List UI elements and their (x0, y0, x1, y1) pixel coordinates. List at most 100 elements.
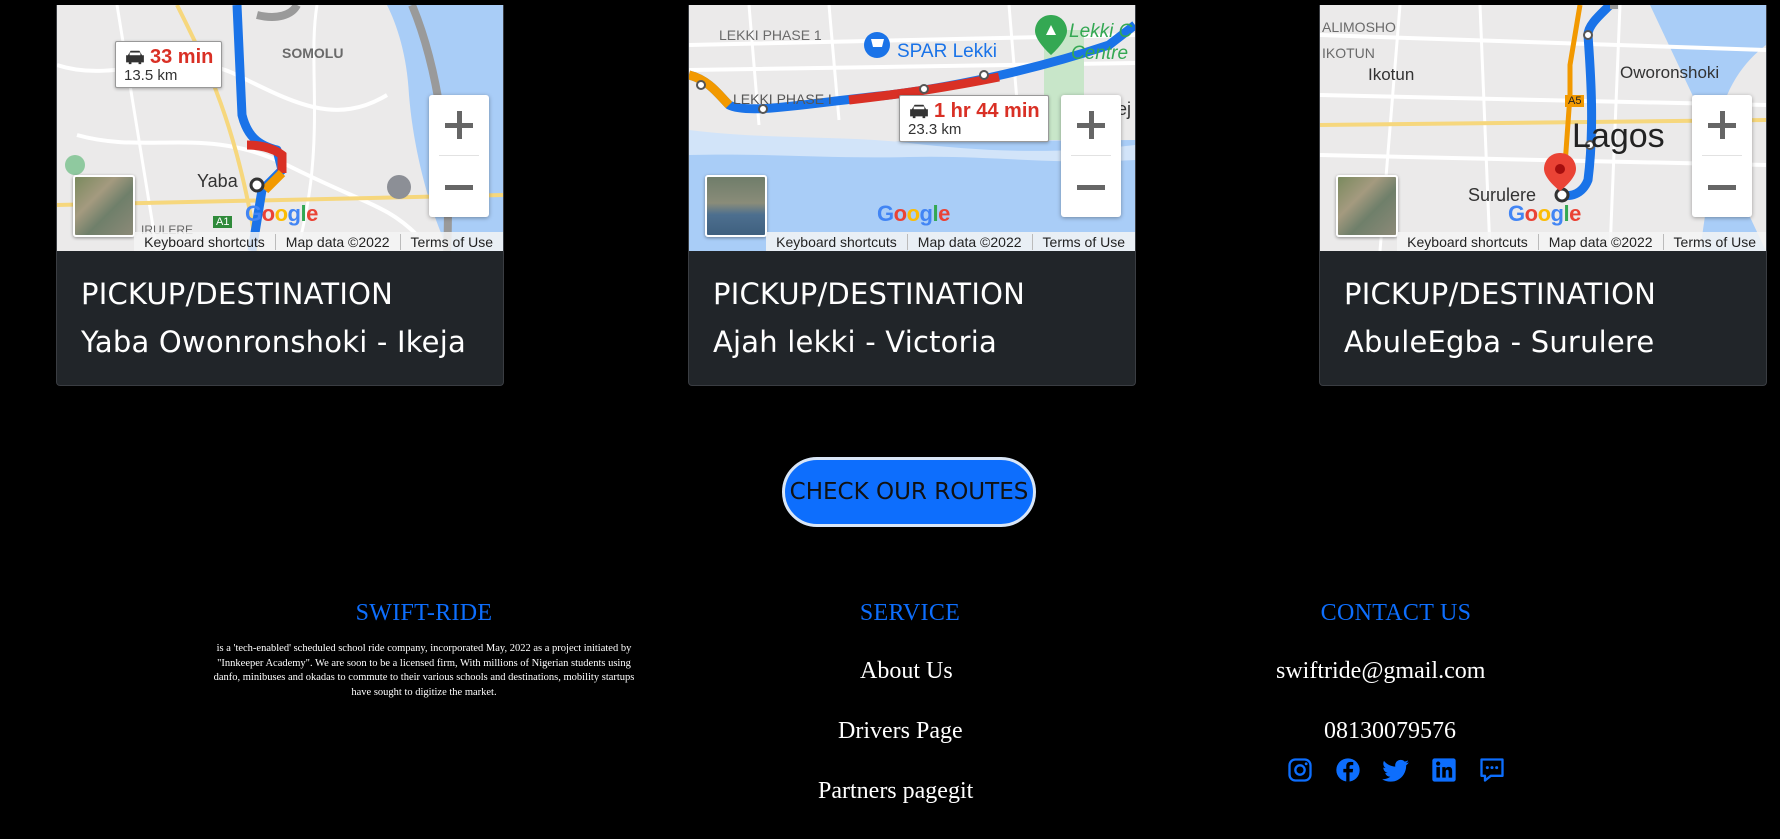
zoom-divider (439, 155, 479, 156)
google-logo: Google (245, 201, 318, 227)
map-label: ALIMOSHO (1322, 19, 1396, 35)
logo-letter: e (1569, 201, 1581, 226)
map-data-label: Map data ©2022 (906, 233, 1032, 250)
minus-icon (1708, 185, 1736, 190)
eta-callout: 33 min 13.5 km (115, 41, 223, 88)
logo-letter: G (877, 201, 894, 226)
logo-letter: e (306, 201, 318, 226)
zoom-divider (1702, 155, 1742, 156)
google-logo: Google (1508, 201, 1581, 227)
route-map-2[interactable]: LEKKI PHASE 1 SPAR Lekki Lekki C Centre … (689, 5, 1135, 251)
keyboard-shortcuts-link[interactable]: Keyboard shortcuts (766, 234, 907, 250)
car-icon (126, 50, 144, 65)
twitter-icon[interactable] (1382, 756, 1410, 784)
zoom-divider (1071, 155, 1111, 156)
zoom-control (1692, 95, 1752, 217)
linkedin-icon[interactable] (1430, 756, 1458, 784)
eta-time: 1 hr 44 min (934, 100, 1040, 122)
route-card-3: ALIMOSHO IKOTUN Ikotun Oworonshoki A5 La… (1319, 5, 1767, 386)
eta-distance: 13.5 km (124, 67, 178, 84)
drivers-page-link[interactable]: Drivers Page (838, 718, 963, 745)
logo-letter: g (287, 201, 301, 226)
map-attribution: Keyboard shortcuts Map data ©2022 Terms … (766, 232, 1135, 251)
chat-icon[interactable] (1478, 756, 1506, 784)
email-link[interactable]: swiftride@gmail.com (1276, 658, 1485, 685)
phone-number[interactable]: 08130079576 (1324, 718, 1456, 745)
card-route: Yaba Owonronshoki - Ikeja (81, 325, 466, 359)
car-icon (910, 104, 928, 119)
card-title: PICKUP/DESTINATION (81, 277, 394, 311)
instagram-icon[interactable] (1286, 756, 1314, 784)
map-label: Lagos (1572, 117, 1665, 155)
map-label: IKOTUN (1322, 45, 1375, 61)
zoom-out-button[interactable] (1692, 157, 1752, 217)
about-us-link[interactable]: About Us (860, 658, 953, 685)
logo-letter: o (1524, 201, 1538, 226)
map-label: Centre (1071, 43, 1129, 64)
map-label: Oworonshoki (1620, 63, 1720, 82)
keyboard-shortcuts-link[interactable]: Keyboard shortcuts (134, 234, 275, 250)
map-label: LEKKI PHASE 1 (719, 27, 822, 43)
satellite-toggle[interactable] (1336, 175, 1398, 237)
map-label: Yaba (197, 171, 238, 191)
eta-time: 33 min (150, 46, 214, 68)
zoom-in-button[interactable] (1692, 95, 1752, 155)
map-label: A1 (213, 216, 233, 228)
check-routes-button[interactable]: CHECK OUR ROUTES (782, 457, 1036, 527)
zoom-out-button[interactable] (1061, 157, 1121, 217)
plus-icon-bar (1720, 111, 1725, 139)
logo-letter: e (938, 201, 950, 226)
card-title: PICKUP/DESTINATION (1344, 277, 1657, 311)
logo-letter: o (1537, 201, 1551, 226)
card-body: PICKUP/DESTINATION AbuleEgba - Surulere (1320, 251, 1766, 385)
footer-brand-heading: SWIFT-RIDE (224, 600, 624, 627)
footer-contact-heading: CONTACT US (1196, 600, 1596, 627)
route-map-1[interactable]: SOMOLU Yaba A1 IRULERE 33 min 13.5 km Go… (57, 5, 503, 251)
card-title: PICKUP/DESTINATION (713, 277, 1026, 311)
facebook-icon[interactable] (1334, 756, 1362, 784)
terms-link[interactable]: Terms of Use (399, 233, 503, 250)
logo-letter: g (919, 201, 933, 226)
logo-letter: o (261, 201, 275, 226)
zoom-control (429, 95, 489, 217)
minus-icon (1077, 185, 1105, 190)
footer-service-heading: SERVICE (710, 600, 1110, 627)
route-card-2: LEKKI PHASE 1 SPAR Lekki Lekki C Centre … (688, 5, 1136, 386)
map-data-label: Map data ©2022 (274, 233, 400, 250)
zoom-in-button[interactable] (429, 95, 489, 155)
service-heading: SERVICE (859, 600, 961, 626)
contact-heading: CONTACT US (1320, 600, 1472, 626)
zoom-control (1061, 95, 1121, 217)
satellite-toggle[interactable] (705, 175, 767, 237)
map-label: Lekki C (1069, 21, 1133, 42)
keyboard-shortcuts-link[interactable]: Keyboard shortcuts (1397, 234, 1538, 250)
map-label: Ikotun (1368, 65, 1415, 84)
logo-letter: o (906, 201, 920, 226)
brand-description: is a 'tech-enabled' scheduled school rid… (213, 643, 635, 698)
map-attribution: Keyboard shortcuts Map data ©2022 Terms … (1397, 232, 1766, 251)
logo-letter: o (274, 201, 288, 226)
card-body: PICKUP/DESTINATION Yaba Owonronshoki - I… (57, 251, 503, 385)
partners-page-link[interactable]: Partners pagegit (818, 778, 973, 805)
terms-link[interactable]: Terms of Use (1031, 233, 1135, 250)
map-data-label: Map data ©2022 (1537, 233, 1663, 250)
card-body: PICKUP/DESTINATION Ajah lekki - Victoria (689, 251, 1135, 385)
minus-icon (445, 185, 473, 190)
map-label: SPAR Lekki (897, 41, 997, 62)
map-attribution: Keyboard shortcuts Map data ©2022 Terms … (134, 232, 503, 251)
zoom-in-button[interactable] (1061, 95, 1121, 155)
logo-letter: g (1550, 201, 1564, 226)
map-label: SOMOLU (282, 45, 344, 61)
logo-letter: G (245, 201, 262, 226)
eta-distance: 23.3 km (908, 121, 962, 138)
zoom-out-button[interactable] (429, 157, 489, 217)
satellite-toggle[interactable] (73, 175, 135, 237)
terms-link[interactable]: Terms of Use (1662, 233, 1766, 250)
eta-callout: 1 hr 44 min 23.3 km (899, 95, 1049, 142)
route-card-1: SOMOLU Yaba A1 IRULERE 33 min 13.5 km Go… (56, 5, 504, 386)
brand-heading: SWIFT-RIDE (355, 600, 493, 626)
google-logo: Google (877, 201, 950, 227)
logo-letter: G (1508, 201, 1525, 226)
map-label: A5 (1565, 95, 1585, 107)
route-map-3[interactable]: ALIMOSHO IKOTUN Ikotun Oworonshoki A5 La… (1320, 5, 1766, 251)
